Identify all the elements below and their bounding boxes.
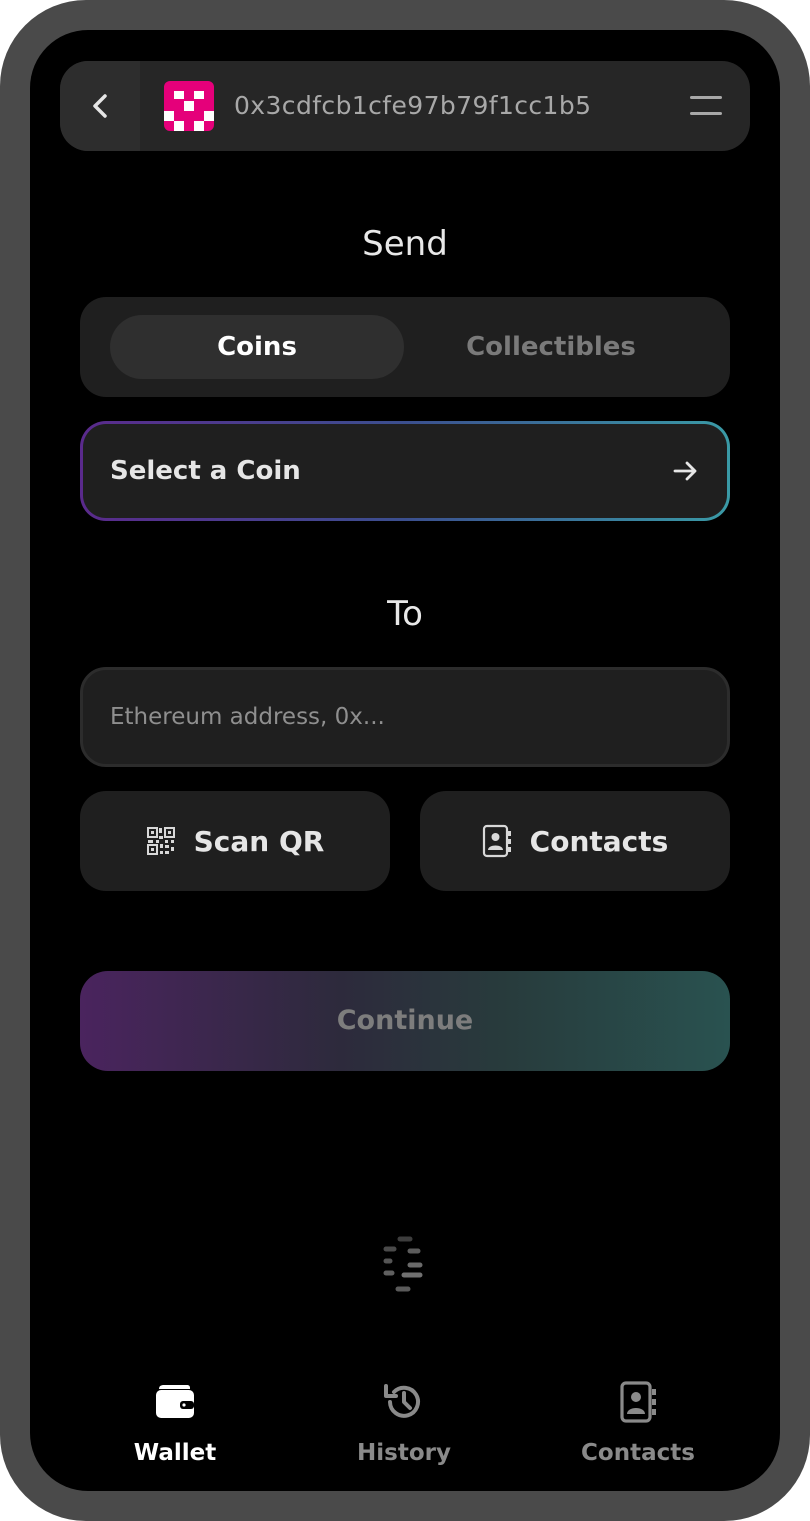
- tabbar-label-wallet: Wallet: [133, 1440, 217, 1466]
- loading-spinner-icon: [383, 1236, 423, 1292]
- qr-code-icon: [146, 827, 175, 855]
- continue-button[interactable]: Continue: [80, 971, 730, 1071]
- scan-qr-label: Scan QR: [193, 824, 325, 858]
- contacts-book-icon: [620, 1381, 656, 1423]
- select-coin-label: Select a Coin: [110, 456, 301, 486]
- menu-button[interactable]: [690, 93, 722, 119]
- chevron-left-icon: [93, 94, 107, 118]
- arrow-right-icon: [673, 461, 697, 481]
- back-button[interactable]: [60, 61, 140, 151]
- select-coin-body: Select a Coin: [83, 424, 727, 518]
- wallet-header: 0x3cdfcb1cfe97b79f1cc1b5: [60, 61, 750, 151]
- wallet-avatar[interactable]: [164, 81, 214, 131]
- tabbar-item-contacts[interactable]: Contacts: [538, 1380, 738, 1466]
- wallet-address[interactable]: 0x3cdfcb1cfe97b79f1cc1b5: [234, 61, 591, 151]
- tabbar-item-wallet[interactable]: Wallet: [75, 1380, 275, 1466]
- send-title: Send: [362, 224, 448, 264]
- identicon-icon: [164, 81, 214, 131]
- device-frame: 0x3cdfcb1cfe97b79f1cc1b5 Send Coins Coll…: [0, 0, 810, 1521]
- tab-coins[interactable]: Coins: [110, 315, 404, 379]
- wallet-icon: [156, 1385, 194, 1418]
- contacts-button[interactable]: Contacts: [420, 791, 730, 891]
- select-coin-button[interactable]: Select a Coin: [80, 421, 730, 521]
- to-title: To: [387, 594, 423, 634]
- tabbar-item-history[interactable]: History: [304, 1380, 504, 1466]
- asset-type-tabs: Coins Collectibles: [80, 297, 730, 397]
- app-screen: 0x3cdfcb1cfe97b79f1cc1b5 Send Coins Coll…: [30, 30, 780, 1491]
- hamburger-menu-icon: [690, 96, 722, 115]
- scan-qr-button[interactable]: Scan QR: [80, 791, 390, 891]
- tab-collectibles[interactable]: Collectibles: [404, 315, 698, 379]
- contacts-label: Contacts: [529, 824, 669, 858]
- tabbar-label-contacts: Contacts: [581, 1440, 695, 1466]
- contacts-book-icon: [482, 824, 511, 858]
- history-icon: [384, 1384, 420, 1418]
- recipient-address-field[interactable]: [80, 667, 730, 767]
- tabbar-label-history: History: [357, 1440, 451, 1466]
- recipient-address-input[interactable]: [110, 670, 700, 764]
